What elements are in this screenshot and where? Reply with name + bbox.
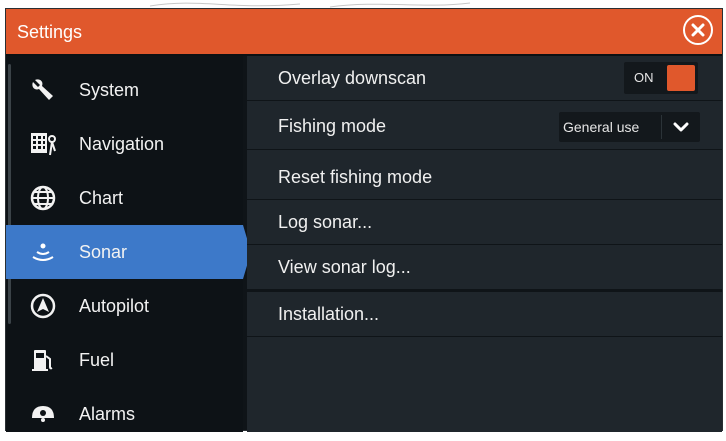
chevron-down-icon[interactable] [666, 112, 696, 142]
fishing-mode-select[interactable]: General use [559, 112, 700, 142]
installation-row[interactable]: Installation... [247, 292, 722, 337]
overlay-downscan-label: Overlay downscan [278, 68, 427, 88]
reset-fishing-mode-row[interactable]: Reset fishing mode [247, 155, 722, 200]
globe-icon [28, 183, 58, 213]
close-icon [691, 23, 705, 37]
select-divider [661, 115, 662, 139]
fishing-mode-value: General use [563, 119, 640, 135]
autopilot-icon [28, 291, 58, 321]
reset-fishing-mode-label: Reset fishing mode [278, 167, 433, 187]
overlay-downscan-toggle[interactable]: ON [624, 62, 698, 94]
sidebar-item-system[interactable]: System [6, 63, 243, 117]
dialog-title: Settings [17, 22, 83, 42]
toggle-knob [667, 65, 695, 91]
sidebar-item-alarms[interactable]: Alarms [6, 387, 243, 441]
sidebar-item-fuel[interactable]: Fuel [6, 333, 243, 387]
sidebar-item-label: Alarms [79, 404, 136, 424]
navigation-icon [28, 129, 58, 159]
sidebar-item-label: Chart [79, 188, 124, 208]
sonar-settings-panel: Overlay downscan ON Fishing mode General… [247, 56, 722, 432]
sidebar-item-sonar[interactable]: Sonar [6, 225, 251, 279]
log-sonar-label: Log sonar... [278, 212, 373, 232]
overlay-downscan-row[interactable]: Overlay downscan ON [247, 56, 722, 101]
view-sonar-log-label: View sonar log... [278, 257, 411, 277]
sidebar-item-autopilot[interactable]: Autopilot [6, 279, 243, 333]
alarm-bell-icon [28, 399, 58, 429]
sonar-icon [28, 237, 58, 267]
settings-dialog: Settings System Navigation Chart Sonar A… [5, 8, 723, 432]
toggle-state-label: ON [634, 70, 654, 85]
installation-label: Installation... [278, 304, 380, 324]
sidebar-item-chart[interactable]: Chart [6, 171, 243, 225]
sidebar-item-label: Navigation [79, 134, 165, 154]
fishing-mode-row[interactable]: Fishing mode General use [247, 103, 722, 150]
sidebar-item-label: Autopilot [79, 296, 150, 316]
settings-sidebar: System Navigation Chart Sonar Autopilot … [6, 56, 251, 432]
close-button[interactable] [683, 15, 713, 45]
sidebar-item-label: Sonar [79, 242, 128, 262]
sidebar-item-label: System [79, 80, 140, 100]
wrench-icon [28, 75, 58, 105]
sidebar-item-label: Fuel [79, 350, 115, 370]
log-sonar-row[interactable]: Log sonar... [247, 200, 722, 245]
fishing-mode-label: Fishing mode [278, 116, 387, 136]
title-bar: Settings [6, 9, 722, 54]
sidebar-item-navigation[interactable]: Navigation [6, 117, 243, 171]
view-sonar-log-row[interactable]: View sonar log... [247, 245, 722, 292]
fuel-pump-icon [28, 345, 58, 375]
